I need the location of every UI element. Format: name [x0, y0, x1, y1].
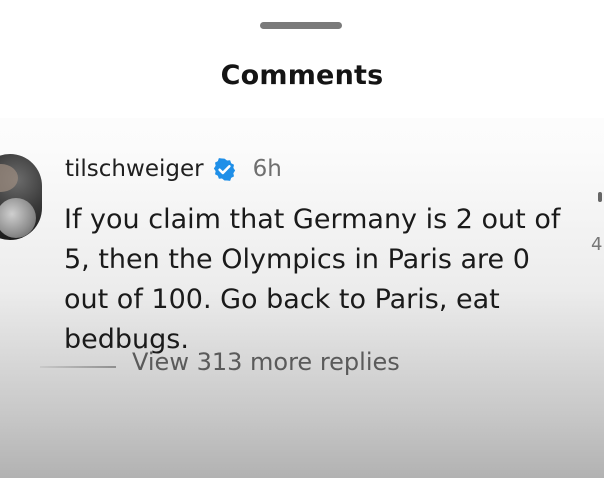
drag-handle[interactable] [260, 22, 342, 29]
comment-username[interactable]: tilschweiger [65, 156, 204, 182]
comment-item: tilschweiger 6h If you claim that German… [0, 140, 604, 400]
reply-divider-line [40, 366, 116, 368]
verified-badge-icon [212, 157, 237, 182]
comment-text: If you claim that Germany is 2 out of 5,… [64, 204, 561, 355]
comment-meta: tilschweiger 6h [65, 152, 282, 186]
avatar[interactable] [0, 154, 42, 240]
sheet-title: Comments [220, 60, 384, 91]
like-count-partial: 4 [591, 234, 603, 255]
like-icon-partial[interactable] [598, 192, 602, 202]
comments-sheet-header: Comments [0, 0, 604, 118]
view-more-replies-button[interactable]: View 313 more replies [132, 348, 400, 376]
comment-time: 6h [252, 156, 282, 182]
